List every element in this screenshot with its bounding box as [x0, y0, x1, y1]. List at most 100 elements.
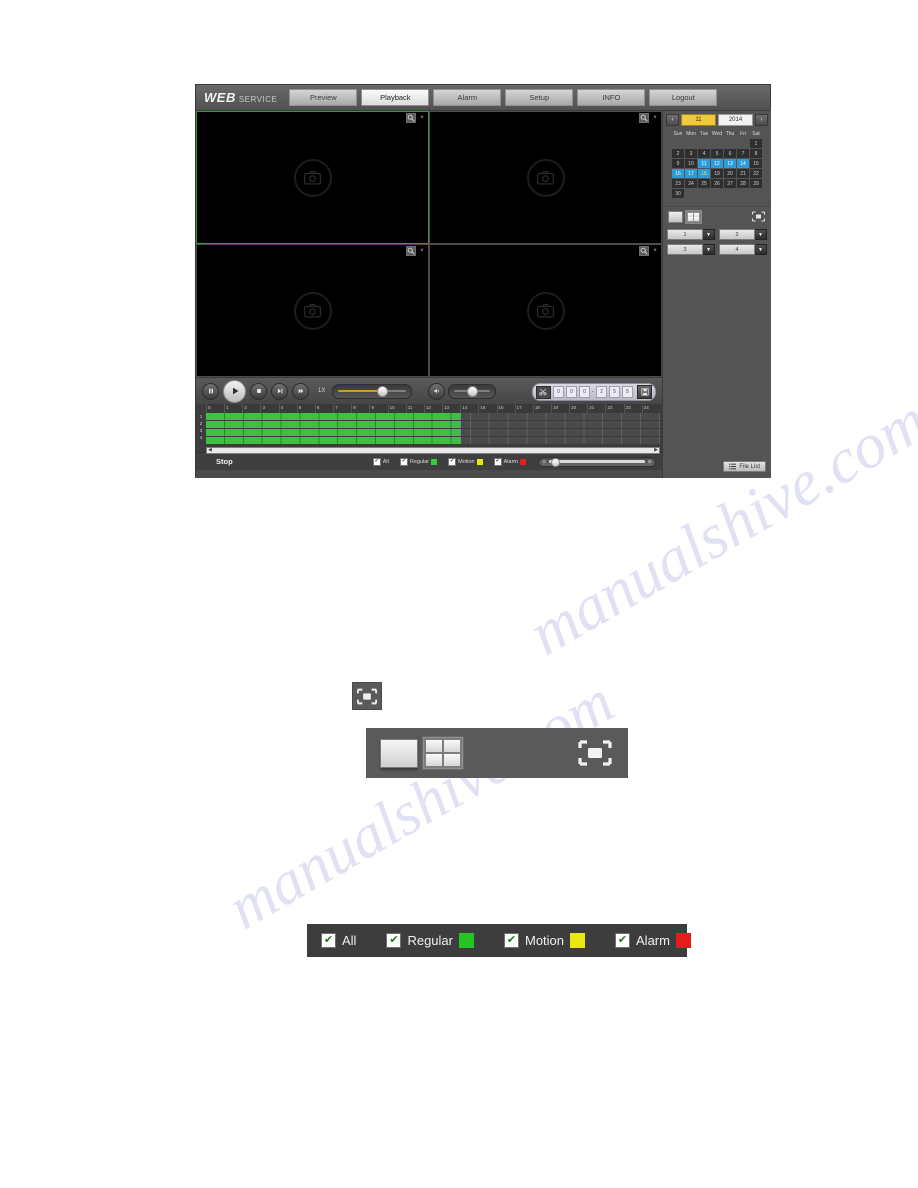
end-second-field[interactable]: 5: [622, 386, 633, 398]
close-icon[interactable]: ×: [651, 114, 659, 122]
calendar-day[interactable]: 29: [750, 179, 762, 188]
zoom-out-icon[interactable]: ⊖: [542, 459, 546, 465]
play-button[interactable]: [223, 379, 246, 403]
legend-item-regular[interactable]: ✔ Regular: [386, 933, 474, 948]
end-hour-field[interactable]: 2: [596, 386, 607, 398]
calendar-day[interactable]: 5: [711, 149, 723, 158]
volume-slider[interactable]: [448, 383, 497, 399]
calendar-day-has-record[interactable]: 13: [724, 159, 736, 168]
video-pane-3[interactable]: ×: [196, 244, 429, 377]
calendar-day-has-record[interactable]: 17: [685, 169, 697, 178]
digital-zoom-icon[interactable]: [406, 113, 416, 123]
volume-button[interactable]: [428, 382, 446, 400]
calendar-day[interactable]: 24: [685, 179, 697, 188]
file-list-button[interactable]: File List: [723, 461, 766, 472]
scroll-left-arrow[interactable]: ◀: [208, 448, 212, 453]
calendar-day[interactable]: 7: [737, 149, 749, 158]
timeline-row-ch4[interactable]: [206, 437, 660, 445]
calendar-day-has-record[interactable]: 11: [698, 159, 710, 168]
start-minute-field[interactable]: 0: [566, 386, 577, 398]
calendar-day[interactable]: 19: [711, 169, 723, 178]
calendar-day[interactable]: 2: [672, 149, 684, 158]
calendar-day[interactable]: 26: [711, 179, 723, 188]
close-icon[interactable]: ×: [418, 247, 426, 255]
timeline-rows[interactable]: [206, 413, 660, 445]
digital-zoom-icon[interactable]: [639, 113, 649, 123]
checkbox-alarm[interactable]: ✔: [493, 457, 502, 466]
fullscreen-icon[interactable]: [751, 210, 766, 223]
calendar-month-field[interactable]: 11: [681, 114, 716, 126]
calendar-day[interactable]: 10: [685, 159, 697, 168]
calendar-day[interactable]: 8: [750, 149, 762, 158]
fast-play-button[interactable]: [292, 382, 309, 400]
checkbox-motion[interactable]: ✔: [448, 457, 457, 466]
calendar-day[interactable]: 30: [672, 189, 684, 198]
chevron-down-icon[interactable]: ▼: [755, 229, 767, 240]
calendar-day[interactable]: 4: [698, 149, 710, 158]
tab-preview[interactable]: Preview: [289, 89, 358, 106]
digital-zoom-icon[interactable]: [406, 246, 416, 256]
calendar-day-selected[interactable]: 18: [698, 169, 710, 178]
volume-slider-knob[interactable]: [467, 385, 479, 397]
speed-slider-knob[interactable]: [377, 385, 389, 397]
pause-button[interactable]: [202, 382, 219, 400]
video-pane-2[interactable]: ×: [429, 111, 662, 244]
checkbox-alarm[interactable]: ✔: [615, 933, 631, 948]
checkbox-regular[interactable]: ✔: [399, 457, 408, 466]
end-minute-field[interactable]: 5: [609, 386, 620, 398]
tab-logout[interactable]: Logout: [649, 89, 718, 106]
calendar-prev-button[interactable]: ‹: [666, 114, 679, 126]
tab-setup[interactable]: Setup: [505, 89, 574, 106]
timeline-horizontal-scrollbar[interactable]: ◀ ▶: [206, 447, 660, 454]
single-window-icon[interactable]: [668, 210, 683, 223]
checkbox-all[interactable]: ✔: [372, 457, 381, 466]
tab-alarm[interactable]: Alarm: [433, 89, 502, 106]
calendar-day[interactable]: 21: [737, 169, 749, 178]
calendar-day-has-record[interactable]: 14: [737, 159, 749, 168]
calendar-day[interactable]: 6: [724, 149, 736, 158]
legend-item-motion[interactable]: ✔ Motion: [503, 933, 586, 948]
calendar-next-button[interactable]: ›: [755, 114, 768, 126]
legend-item-alarm[interactable]: ✔ Alarm: [493, 457, 526, 466]
calendar-day[interactable]: 15: [750, 159, 762, 168]
chevron-down-icon[interactable]: ▼: [755, 244, 767, 255]
close-icon[interactable]: ×: [651, 247, 659, 255]
legend-item-all[interactable]: ✔ All: [372, 457, 389, 466]
channel-dropdown-4[interactable]: 4 ▼: [719, 244, 767, 255]
legend-item-alarm[interactable]: ✔ Alarm: [615, 933, 691, 948]
four-window-icon[interactable]: [685, 209, 702, 224]
clip-scissors-icon[interactable]: [536, 385, 551, 399]
calendar-day[interactable]: 28: [737, 179, 749, 188]
video-pane-4[interactable]: ×: [429, 244, 662, 377]
video-pane-1[interactable]: ×: [196, 111, 429, 244]
timeline-row-ch3[interactable]: [206, 429, 660, 437]
fullscreen-icon[interactable]: [576, 738, 614, 768]
chevron-down-icon[interactable]: ▼: [703, 244, 715, 255]
legend-item-all[interactable]: ✔ All: [321, 933, 356, 948]
chevron-down-icon[interactable]: ▼: [703, 229, 715, 240]
start-second-field[interactable]: 0: [579, 386, 590, 398]
start-hour-field[interactable]: 0: [553, 386, 564, 398]
timeline-row-ch1[interactable]: [206, 413, 660, 421]
timeline-zoom-knob[interactable]: [551, 458, 561, 467]
calendar-day[interactable]: 27: [724, 179, 736, 188]
calendar-day-has-record[interactable]: 16: [672, 169, 684, 178]
timeline-row-ch2[interactable]: [206, 421, 660, 429]
channel-dropdown-1[interactable]: 1 ▼: [667, 229, 715, 240]
calendar-day[interactable]: 1: [750, 139, 762, 148]
save-clip-button[interactable]: [637, 385, 652, 399]
digital-zoom-icon[interactable]: [639, 246, 649, 256]
stop-button[interactable]: [250, 382, 267, 400]
timeline-zoom-track[interactable]: [549, 458, 645, 467]
checkbox-regular[interactable]: ✔: [386, 933, 402, 948]
single-window-icon[interactable]: [380, 738, 418, 768]
channel-dropdown-3[interactable]: 3 ▼: [667, 244, 715, 255]
calendar-day[interactable]: 3: [685, 149, 697, 158]
scroll-right-arrow[interactable]: ▶: [654, 448, 658, 453]
four-window-icon[interactable]: [422, 736, 464, 770]
calendar-day[interactable]: 9: [672, 159, 684, 168]
calendar-day[interactable]: 22: [750, 169, 762, 178]
tab-playback[interactable]: Playback: [361, 89, 430, 106]
checkbox-motion[interactable]: ✔: [503, 933, 519, 948]
checkbox-all[interactable]: ✔: [321, 933, 336, 948]
